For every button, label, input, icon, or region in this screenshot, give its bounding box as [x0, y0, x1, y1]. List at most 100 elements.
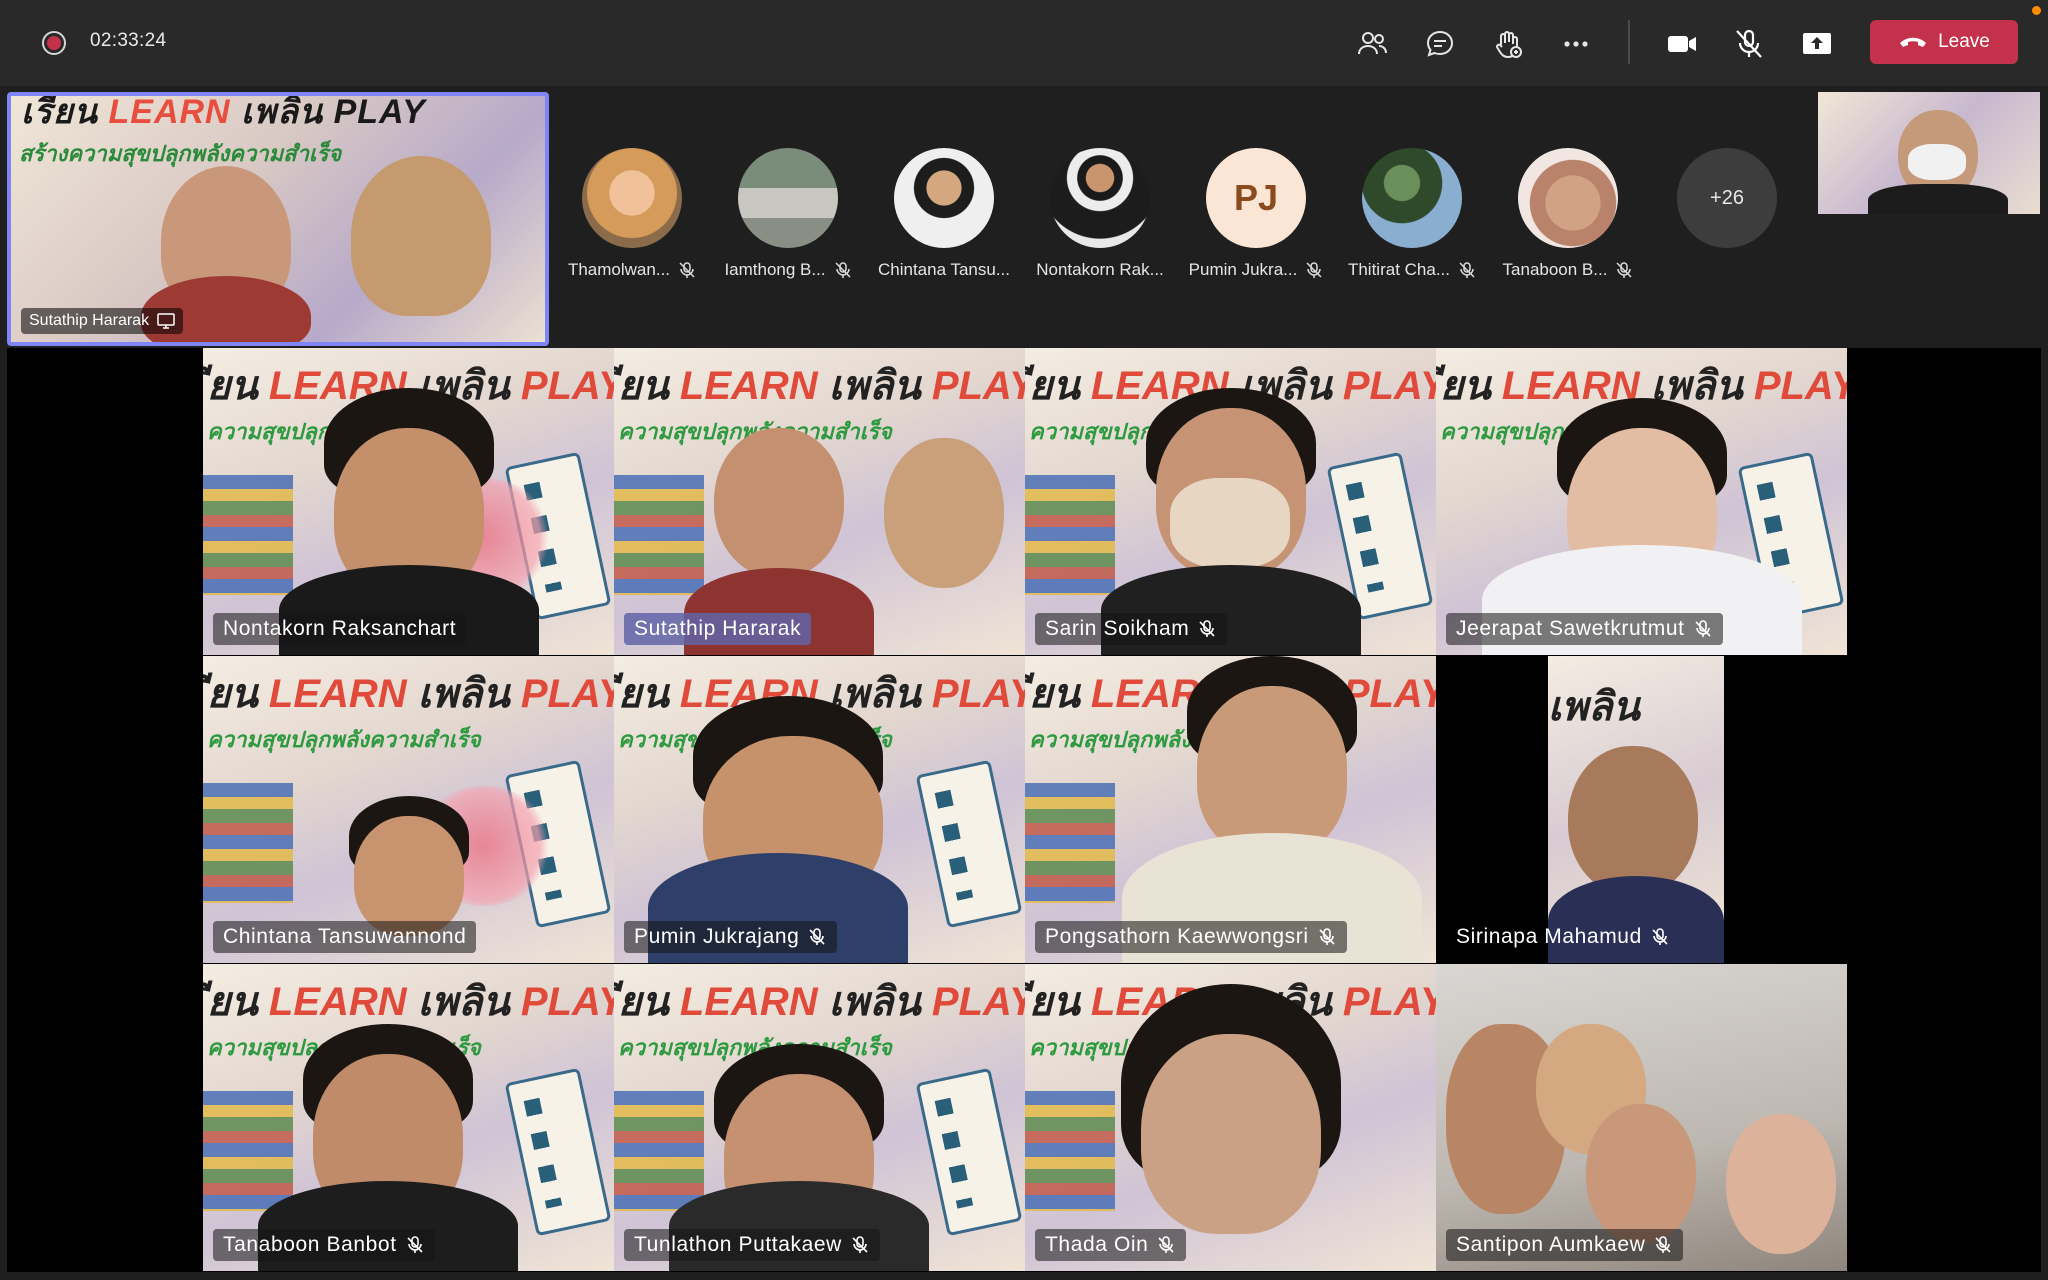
participant-thitirat[interactable]: Thitirat Cha...	[1337, 148, 1487, 280]
leave-label: Leave	[1938, 31, 1990, 52]
share-screen-icon	[1803, 33, 1831, 54]
participant-name: Iamthong B...	[724, 260, 826, 279]
mic-off-icon	[852, 1236, 868, 1253]
more-options-button[interactable]	[1554, 22, 1598, 66]
self-view-video[interactable]	[1818, 92, 2040, 214]
spotlight-name-tag: Sutathip Hararak	[21, 308, 184, 334]
mic-off-icon	[1319, 928, 1335, 945]
books-graphic	[1025, 783, 1115, 903]
leave-button[interactable]: Leave	[1870, 20, 2018, 64]
video-tile[interactable]: ียน LEARN เพลิน PLAY ความสุขปลุกพลังความ…	[1025, 348, 1436, 655]
mic-off-icon	[835, 262, 851, 278]
participant-face-3	[1586, 1104, 1696, 1244]
chat-button[interactable]	[1418, 22, 1462, 66]
mic-off-icon	[1736, 29, 1762, 58]
spotlight-banner: เรียน LEARN เพลิน PLAY	[21, 93, 426, 131]
tile-name-tag: Sutathip Hararak	[624, 613, 812, 645]
mic-button[interactable]	[1727, 22, 1771, 66]
tile-banner: ียน LEARN เพลิน PLAY	[207, 672, 614, 716]
tile-name-tag: Tanaboon Banbot	[213, 1229, 435, 1261]
participant-name: Thitirat Cha...	[1347, 260, 1451, 279]
participant-thamolwan[interactable]: Thamolwan...	[557, 148, 707, 280]
mic-off-icon	[1655, 1236, 1671, 1253]
books-graphic	[203, 1091, 293, 1211]
participant-pumin[interactable]: PJ Pumin Jukra...	[1181, 148, 1331, 280]
avatar-initials: PJ	[1206, 148, 1306, 248]
toolbar-divider	[1628, 20, 1630, 64]
narrow-video-feed: เพลิน	[1548, 656, 1724, 963]
books-graphic	[203, 783, 293, 903]
hang-up-icon	[1900, 37, 1927, 47]
books-graphic	[1025, 1091, 1115, 1211]
participant-iamthong[interactable]: Iamthong B...	[713, 148, 863, 280]
tile-name-tag: Jeerapat Sawetkrutmut	[1446, 613, 1723, 645]
avatar	[738, 148, 838, 248]
mic-off-icon	[809, 928, 825, 945]
tile-banner: ียน LEARN เพลิน PLAY	[207, 980, 614, 1024]
participant-face	[714, 428, 844, 578]
avatar	[1050, 148, 1150, 248]
participant-face-2	[884, 438, 1004, 588]
tile-name-tag: Pongsathorn Kaewwongsri	[1035, 921, 1347, 953]
participant-face	[1140, 1034, 1321, 1234]
spotlight-subline: สร้างความสุขปลุกพลังความสำเร็จ	[19, 141, 342, 166]
participant-name: Pumin Jukra...	[1188, 260, 1298, 279]
mic-off-icon	[1199, 620, 1215, 637]
tile-name-tag: Nontakorn Raksanchart	[213, 613, 467, 645]
participant-face	[1568, 746, 1698, 896]
books-graphic	[1025, 475, 1115, 595]
checklist-graphic	[915, 759, 1023, 929]
tile-subline: ความสุขปลุกพลังความสำเร็จ	[207, 727, 481, 752]
video-tile[interactable]: เพลิน Sirinapa Mahamud	[1436, 656, 1847, 963]
avatar	[582, 148, 682, 248]
video-tile[interactable]: ียน LEARN เพลิน PLAY ความสุขปลุกพลังความ…	[614, 348, 1025, 655]
mic-off-icon	[1694, 620, 1711, 637]
meeting-toolbar: 02:33:24 Leave	[0, 0, 2048, 86]
camera-button[interactable]	[1660, 22, 1704, 66]
raise-hand-button[interactable]	[1486, 22, 1530, 66]
video-tile[interactable]: ียน LEARN เพลิน PLAY ความสุขปลุกพลังความ…	[203, 964, 614, 1271]
screen-share-indicator-icon	[157, 313, 175, 329]
mic-off-icon	[679, 262, 695, 278]
video-tile[interactable]: ียน LEARN เพลิน PLAY ความสุขปลุกพลังความ…	[1436, 348, 1847, 655]
participant-name: Nontakorn Rak...	[1036, 260, 1164, 279]
video-tile[interactable]: Santipon Aumkaew	[1436, 964, 1847, 1271]
mic-off-icon	[1306, 262, 1322, 278]
video-grid-stage: ียน LEARN เพลิน PLAY ความสุขปลุกพลังความ…	[7, 348, 2041, 1272]
books-graphic	[614, 475, 704, 595]
self-view-mask	[1908, 144, 1966, 180]
spotlight-video[interactable]: เรียน LEARN เพลิน PLAY สร้างความสุขปลุกพ…	[7, 92, 549, 346]
participant-face	[353, 816, 464, 936]
share-button[interactable]	[1795, 22, 1839, 66]
avatar	[1518, 148, 1618, 248]
participant-name: Chintana Tansu...	[878, 260, 1010, 279]
tile-name-tag: Tunlathon Puttakaew	[624, 1229, 880, 1261]
people-button[interactable]	[1350, 22, 1394, 66]
participant-nontakorn[interactable]: Nontakorn Rak...	[1025, 148, 1175, 280]
tile-banner: ียน LEARN เพลิน PLAY	[618, 980, 1025, 1024]
tile-name-tag: Santipon Aumkaew	[1446, 1229, 1684, 1261]
mic-off-icon	[1459, 262, 1475, 278]
video-tile[interactable]: ียน LEARN เพลิน PLAY ความสุขปลุกพลังความ…	[1025, 964, 1436, 1271]
participant-chintana[interactable]: Chintana Tansu...	[869, 148, 1019, 280]
tile-name-tag: Sarin Soikham	[1035, 613, 1228, 645]
video-tile[interactable]: ียน LEARN เพลิน PLAY ความสุขปลุกพลังความ…	[203, 348, 614, 655]
checklist-graphic	[504, 1067, 612, 1237]
tile-banner: ียน LEARN เพลิน PLAY	[618, 364, 1025, 408]
video-tile[interactable]: ียน LEARN เพลิน PLAY ความสุขปลุกพลังความ…	[203, 656, 614, 963]
books-graphic	[203, 475, 293, 595]
video-tile[interactable]: ียน LEARN เพลิน PLAY ความสุขปลุกพลังความ…	[1025, 656, 1436, 963]
chat-icon	[1426, 30, 1454, 57]
participant-face-4	[1726, 1114, 1836, 1254]
video-tile[interactable]: ียน LEARN เพลิน PLAY ความสุขปลุกพลังความ…	[614, 656, 1025, 963]
meeting-timer: 02:33:24	[90, 30, 167, 51]
mic-off-icon	[407, 1236, 423, 1253]
notification-dot	[2032, 6, 2041, 15]
recording-icon	[42, 31, 66, 55]
raise-hand-icon	[1496, 31, 1522, 59]
participant-tanaboon[interactable]: Tanaboon B...	[1493, 148, 1643, 280]
more-participants-button[interactable]: +26	[1677, 148, 1777, 248]
video-tile[interactable]: ียน LEARN เพลิน PLAY ความสุขปลุกพลังความ…	[614, 964, 1025, 1271]
spotlight-name: Sutathip Hararak	[29, 312, 150, 329]
tile-banner: เพลิน	[1548, 685, 1640, 729]
